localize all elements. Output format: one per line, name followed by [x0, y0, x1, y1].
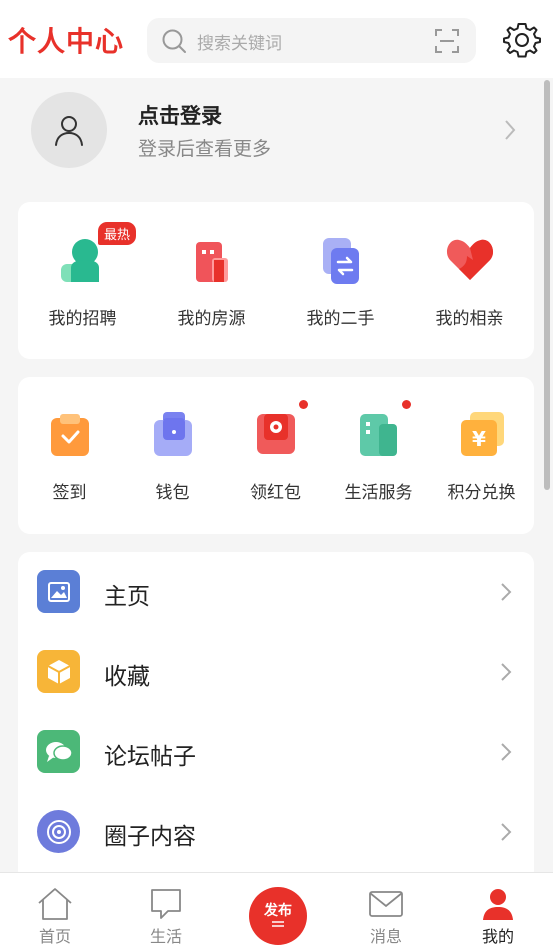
publish-label: 发布	[264, 903, 292, 919]
service-item-label: 积分兑换	[447, 483, 516, 503]
chevron-right-icon	[501, 823, 512, 841]
top-bar: 个人中心 搜索关键词	[0, 0, 553, 78]
home-icon	[38, 888, 72, 920]
life-service-notification-dot	[402, 400, 411, 409]
quick-item-label: 我的房源	[177, 309, 246, 329]
service-item-label: 生活服务	[344, 483, 413, 503]
nav-item-profile[interactable]: 我的	[468, 887, 528, 947]
service-item-life-service[interactable]: 生活服务	[327, 404, 430, 503]
quick-item-label: 我的二手	[306, 309, 375, 329]
service-item-red-packet[interactable]: 领红包	[224, 404, 327, 503]
nav-item-home[interactable]: 首页	[25, 887, 85, 947]
nav-item-messages[interactable]: 消息	[356, 887, 416, 947]
quick-item-secondhand[interactable]: 我的二手	[276, 230, 405, 329]
search-icon	[162, 29, 186, 53]
wallet-icon	[153, 412, 192, 456]
house-icon	[195, 242, 228, 282]
chevron-right-icon	[501, 583, 512, 601]
red-packet-icon	[256, 414, 295, 454]
message-icon	[369, 891, 403, 917]
service-item-checkin[interactable]: 签到	[18, 404, 121, 503]
menu-lines-icon	[272, 921, 284, 927]
quick-item-label: 我的相亲	[435, 309, 504, 329]
menu-item-homepage[interactable]: 主页	[18, 552, 534, 632]
publish-button[interactable]: 发布	[249, 887, 307, 945]
heart-icon	[446, 239, 493, 280]
login-section[interactable]: 点击登录 登录后查看更多	[0, 78, 553, 188]
search-bar[interactable]: 搜索关键词	[147, 18, 476, 63]
menu-item-forum-posts[interactable]: 论坛帖子	[18, 712, 534, 792]
services-grid: 签到 钱包 领红包 生活服务 ¥ 积分兑换	[18, 404, 534, 503]
nav-label: 我的	[481, 927, 514, 946]
circle-icon	[37, 810, 80, 853]
profile-icon	[483, 889, 513, 920]
homepage-icon	[37, 570, 80, 613]
avatar[interactable]	[31, 92, 107, 168]
user-icon	[55, 116, 83, 146]
menu-item-label: 收藏	[104, 664, 150, 690]
chevron-right-icon	[501, 743, 512, 761]
page-title: 个人中心	[8, 25, 125, 58]
nav-item-life[interactable]: 生活	[136, 887, 196, 947]
chevron-right-icon	[501, 663, 512, 681]
scan-icon[interactable]	[434, 28, 460, 54]
checkin-icon	[50, 414, 89, 456]
life-icon	[151, 889, 181, 919]
menu-item-label: 圈子内容	[104, 824, 196, 850]
quick-item-dating[interactable]: 我的相亲	[405, 230, 534, 329]
menu-item-label: 主页	[104, 584, 150, 610]
menu-item-favorites[interactable]: 收藏	[18, 632, 534, 712]
menu-item-circle-content[interactable]: 圈子内容	[18, 792, 534, 872]
life-service-icon	[359, 414, 397, 456]
hot-badge: 最热	[98, 222, 137, 245]
secondhand-icon	[322, 238, 359, 284]
nav-label: 消息	[369, 927, 402, 946]
red-packet-notification-dot	[299, 400, 308, 409]
favorite-icon	[37, 650, 80, 693]
nav-label: 生活	[149, 927, 182, 946]
nav-label: 首页	[38, 927, 71, 946]
forum-icon	[37, 730, 80, 773]
quick-item-label: 我的招聘	[48, 309, 117, 329]
points-exchange-icon: ¥	[460, 412, 504, 456]
service-item-label: 签到	[52, 483, 87, 503]
my-posts-grid: 我的招聘 我的房源 我的二手 我的相亲	[18, 230, 534, 329]
service-item-label: 钱包	[155, 483, 190, 503]
svg-text:¥: ¥	[472, 427, 486, 451]
service-item-points[interactable]: ¥ 积分兑换	[430, 404, 533, 503]
service-item-label: 领红包	[250, 483, 301, 503]
gear-icon[interactable]	[503, 21, 541, 59]
menu-item-label: 论坛帖子	[104, 744, 196, 770]
login-title[interactable]: 点击登录	[138, 100, 222, 130]
chevron-right-icon	[505, 120, 516, 140]
service-item-wallet[interactable]: 钱包	[121, 404, 224, 503]
login-subtitle: 登录后查看更多	[138, 138, 272, 160]
search-input[interactable]: 搜索关键词	[197, 29, 282, 54]
quick-item-house[interactable]: 我的房源	[147, 230, 276, 329]
